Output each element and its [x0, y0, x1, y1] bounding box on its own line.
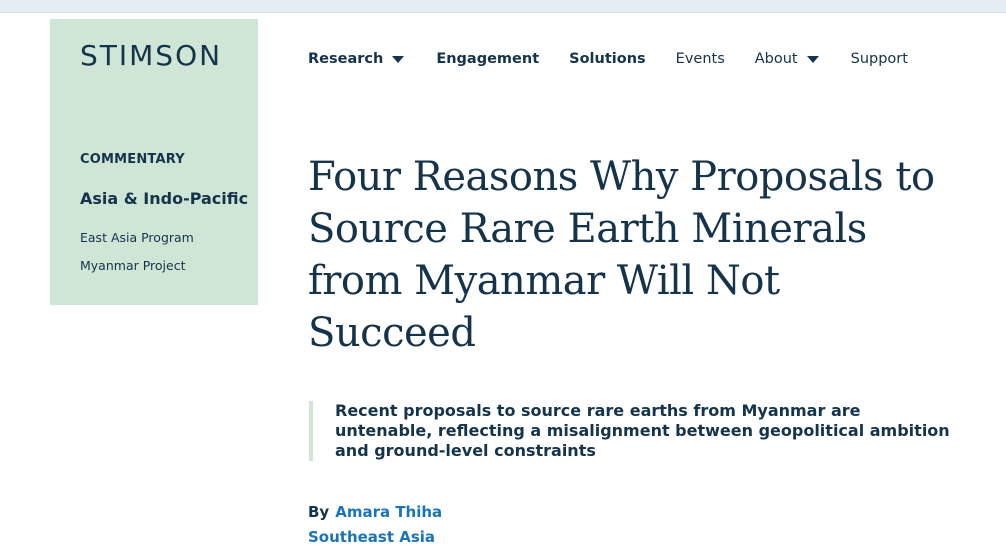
article-category[interactable]: COMMENTARY [80, 152, 185, 167]
program-link-myanmar[interactable]: Myanmar Project [80, 258, 185, 273]
nav-item-solutions[interactable]: Solutions [569, 51, 646, 67]
chevron-down-icon [806, 56, 819, 63]
author-link[interactable]: Amara Thiha [335, 503, 442, 521]
nav-item-label: About [754, 51, 798, 67]
nav-item-events[interactable]: Events [676, 51, 725, 67]
nav-item-label: Solutions [569, 51, 646, 67]
nav-item-research[interactable]: Research [308, 51, 405, 67]
nav-item-support[interactable]: Support [851, 51, 908, 67]
nav-item-label: Research [308, 51, 384, 67]
article-region-link[interactable]: Asia & Indo-Pacific [80, 189, 248, 208]
article-title: Four Reasons Why Proposals to Source Rar… [308, 154, 935, 356]
nav-item-label: Support [850, 51, 908, 67]
nav-item-label: Engagement [436, 51, 540, 67]
summary-accent-bar [309, 401, 313, 461]
nav-item-about[interactable]: About [755, 51, 819, 67]
byline-prefix: By [308, 503, 330, 521]
article-summary: Recent proposals to source rare earths f… [335, 401, 950, 460]
browser-top-strip [0, 0, 1006, 13]
stimson-logo[interactable]: STIMSON [80, 40, 222, 72]
program-link-east-asia[interactable]: East Asia Program [80, 230, 194, 245]
nav-item-label: Events [675, 51, 725, 67]
main-nav: Research Engagement Solutions Events Abo… [308, 48, 908, 70]
byline: By Amara Thiha [308, 503, 442, 521]
department-link[interactable]: Southeast Asia [308, 528, 435, 546]
chevron-down-icon [392, 56, 405, 63]
nav-item-engagement[interactable]: Engagement [436, 51, 539, 67]
